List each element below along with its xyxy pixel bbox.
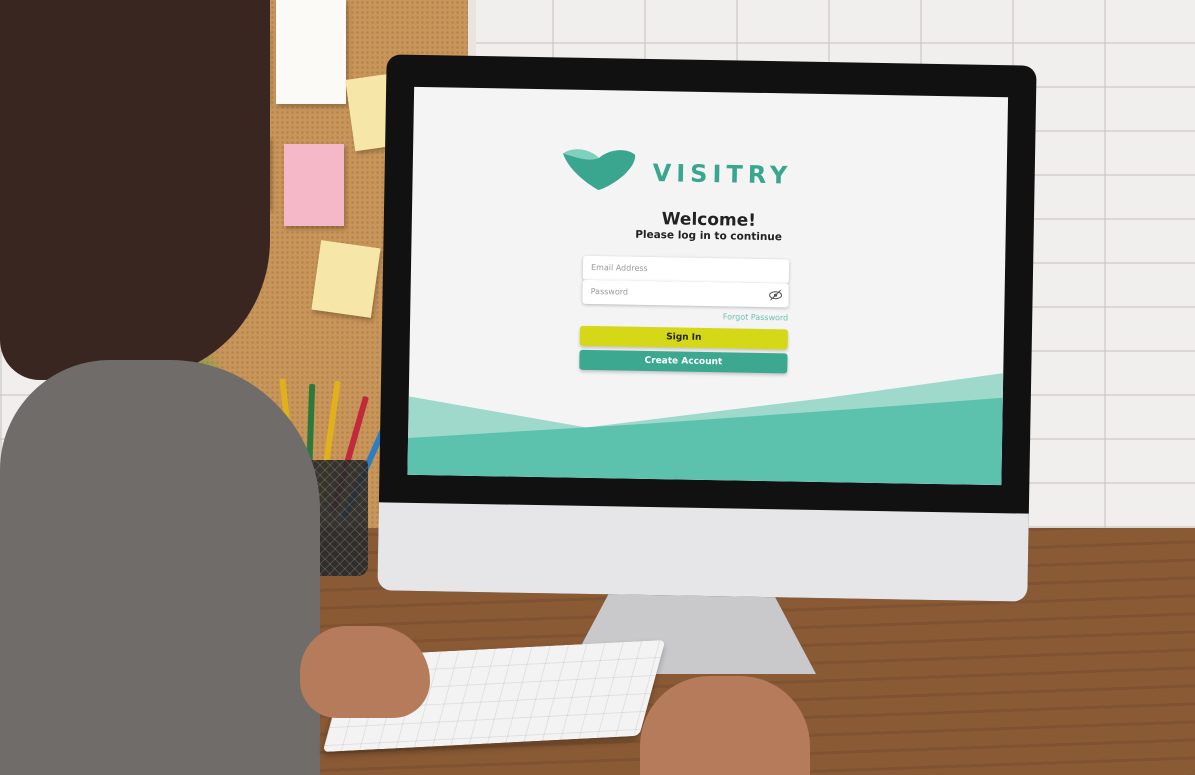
brand-logo: VISITRY — [560, 147, 861, 196]
sign-in-button[interactable]: Sign In — [579, 325, 788, 350]
monitor: VISITRY Welcome! Please log in to contin… — [377, 54, 1037, 602]
hair — [0, 0, 270, 380]
monitor-chin — [377, 502, 1029, 602]
password-placeholder: Password — [590, 286, 629, 297]
brand-name: VISITRY — [652, 159, 793, 190]
create-account-button[interactable]: Create Account — [579, 349, 788, 374]
password-field[interactable]: Password — [582, 279, 789, 308]
left-hand — [300, 626, 430, 718]
heart-logo-icon — [563, 149, 636, 191]
eye-slash-icon[interactable] — [768, 289, 783, 301]
email-field[interactable]: Email Address — [582, 255, 790, 284]
shirt — [0, 360, 320, 775]
login-screen: VISITRY Welcome! Please log in to contin… — [407, 86, 1009, 486]
forgot-password-link[interactable]: Forgot Password — [582, 310, 789, 322]
